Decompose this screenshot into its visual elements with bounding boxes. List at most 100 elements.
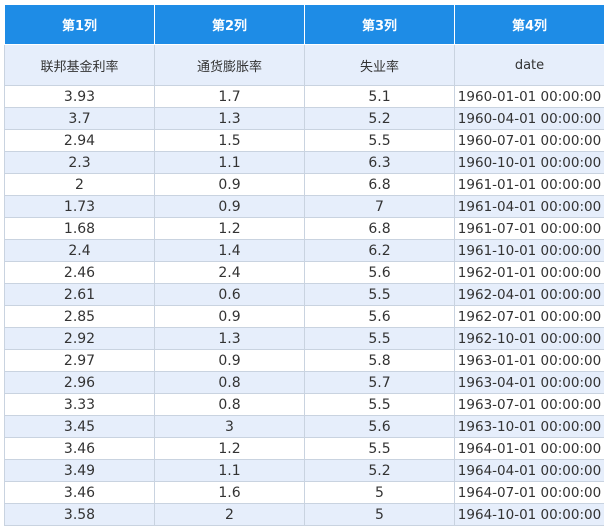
table-row[interactable]: 3.58 2 5 1964-10-01 00:00:00 bbox=[4, 503, 604, 526]
table-row[interactable]: 2.61 0.6 5.5 1962-04-01 00:00:00 bbox=[4, 283, 604, 306]
table-cell: 6.3 bbox=[304, 151, 455, 174]
table-cell: 5 bbox=[304, 481, 455, 504]
table-row[interactable]: 2.4 1.4 6.2 1961-10-01 00:00:00 bbox=[4, 239, 604, 262]
table-cell: 0.8 bbox=[154, 371, 305, 394]
table-cell: 1963-04-01 00:00:00 bbox=[454, 371, 604, 394]
table-cell: 0.9 bbox=[154, 349, 305, 372]
table-cell: 3 bbox=[154, 415, 305, 438]
column-header[interactable]: 第2列 bbox=[154, 4, 305, 45]
table-cell: 3.46 bbox=[4, 437, 155, 460]
table-cell: 5.6 bbox=[304, 305, 455, 328]
table-row[interactable]: 2.97 0.9 5.8 1963-01-01 00:00:00 bbox=[4, 349, 604, 372]
table-cell: 7 bbox=[304, 195, 455, 218]
field-name-cell: 联邦基金利率 bbox=[4, 44, 155, 86]
table-cell: 1.2 bbox=[154, 217, 305, 240]
table-cell: 1.68 bbox=[4, 217, 155, 240]
table-row[interactable]: 2 0.9 6.8 1961-01-01 00:00:00 bbox=[4, 173, 604, 196]
data-table: 第1列 第2列 第3列 第4列 联邦基金利率 通货膨胀率 失业率 date 3.… bbox=[4, 4, 604, 526]
table-row[interactable]: 3.49 1.1 5.2 1964-04-01 00:00:00 bbox=[4, 459, 604, 482]
table-cell: 5.5 bbox=[304, 393, 455, 416]
table-cell: 3.7 bbox=[4, 107, 155, 130]
table-cell: 2.85 bbox=[4, 305, 155, 328]
column-header[interactable]: 第4列 bbox=[454, 4, 604, 45]
table-cell: 5.7 bbox=[304, 371, 455, 394]
table-cell: 1960-07-01 00:00:00 bbox=[454, 129, 604, 152]
table-cell: 2.92 bbox=[4, 327, 155, 350]
column-header[interactable]: 第3列 bbox=[304, 4, 455, 45]
table-cell: 1964-07-01 00:00:00 bbox=[454, 481, 604, 504]
table-cell: 5.8 bbox=[304, 349, 455, 372]
table-cell: 1961-01-01 00:00:00 bbox=[454, 173, 604, 196]
table-cell: 1960-04-01 00:00:00 bbox=[454, 107, 604, 130]
table-cell: 6.8 bbox=[304, 217, 455, 240]
table-cell: 2 bbox=[4, 173, 155, 196]
table-cell: 5.1 bbox=[304, 85, 455, 108]
field-name-row: 联邦基金利率 通货膨胀率 失业率 date bbox=[4, 44, 604, 86]
table-cell: 1.3 bbox=[154, 107, 305, 130]
field-name-cell: date bbox=[454, 44, 604, 86]
table-cell: 0.6 bbox=[154, 283, 305, 306]
table-row[interactable]: 2.46 2.4 5.6 1962-01-01 00:00:00 bbox=[4, 261, 604, 284]
table-cell: 1964-10-01 00:00:00 bbox=[454, 503, 604, 526]
table-row[interactable]: 3.46 1.2 5.5 1964-01-01 00:00:00 bbox=[4, 437, 604, 460]
table-cell: 0.9 bbox=[154, 195, 305, 218]
table-cell: 1.4 bbox=[154, 239, 305, 262]
table-cell: 5.5 bbox=[304, 327, 455, 350]
table-row[interactable]: 3.45 3 5.6 1963-10-01 00:00:00 bbox=[4, 415, 604, 438]
table-cell: 1.2 bbox=[154, 437, 305, 460]
table-cell: 2.4 bbox=[154, 261, 305, 284]
table-cell: 2.3 bbox=[4, 151, 155, 174]
table-cell: 1.1 bbox=[154, 151, 305, 174]
table-cell: 5.6 bbox=[304, 261, 455, 284]
table-cell: 1964-01-01 00:00:00 bbox=[454, 437, 604, 460]
table-cell: 5.2 bbox=[304, 459, 455, 482]
table-cell: 0.9 bbox=[154, 305, 305, 328]
table-cell: 1961-07-01 00:00:00 bbox=[454, 217, 604, 240]
table-cell: 1962-04-01 00:00:00 bbox=[454, 283, 604, 306]
table-row[interactable]: 2.92 1.3 5.5 1962-10-01 00:00:00 bbox=[4, 327, 604, 350]
table-cell: 2.97 bbox=[4, 349, 155, 372]
table-cell: 5.5 bbox=[304, 283, 455, 306]
table-row[interactable]: 3.7 1.3 5.2 1960-04-01 00:00:00 bbox=[4, 107, 604, 130]
table-cell: 1960-10-01 00:00:00 bbox=[454, 151, 604, 174]
table-cell: 5.6 bbox=[304, 415, 455, 438]
table-cell: 1.1 bbox=[154, 459, 305, 482]
table-cell: 5.5 bbox=[304, 129, 455, 152]
table-cell: 1.3 bbox=[154, 327, 305, 350]
table-cell: 1962-07-01 00:00:00 bbox=[454, 305, 604, 328]
field-name-cell: 失业率 bbox=[304, 44, 455, 86]
table-cell: 2 bbox=[154, 503, 305, 526]
table-row[interactable]: 1.73 0.9 7 1961-04-01 00:00:00 bbox=[4, 195, 604, 218]
table-cell: 1962-10-01 00:00:00 bbox=[454, 327, 604, 350]
table-cell: 1961-10-01 00:00:00 bbox=[454, 239, 604, 262]
table-cell: 5.2 bbox=[304, 107, 455, 130]
table-cell: 1.6 bbox=[154, 481, 305, 504]
table-row[interactable]: 1.68 1.2 6.8 1961-07-01 00:00:00 bbox=[4, 217, 604, 240]
table-row[interactable]: 3.46 1.6 5 1964-07-01 00:00:00 bbox=[4, 481, 604, 504]
column-header[interactable]: 第1列 bbox=[4, 4, 155, 45]
table-cell: 1963-10-01 00:00:00 bbox=[454, 415, 604, 438]
table-cell: 2.61 bbox=[4, 283, 155, 306]
table-row[interactable]: 2.96 0.8 5.7 1963-04-01 00:00:00 bbox=[4, 371, 604, 394]
table-cell: 1.7 bbox=[154, 85, 305, 108]
table-cell: 1961-04-01 00:00:00 bbox=[454, 195, 604, 218]
table-row[interactable]: 3.93 1.7 5.1 1960-01-01 00:00:00 bbox=[4, 85, 604, 108]
table-cell: 3.58 bbox=[4, 503, 155, 526]
table-cell: 3.49 bbox=[4, 459, 155, 482]
table-cell: 2.94 bbox=[4, 129, 155, 152]
table-body: 联邦基金利率 通货膨胀率 失业率 date 3.93 1.7 5.1 1960-01-… bbox=[4, 44, 604, 526]
table-row[interactable]: 2.3 1.1 6.3 1960-10-01 00:00:00 bbox=[4, 151, 604, 174]
table-cell: 1.5 bbox=[154, 129, 305, 152]
table-cell: 1963-07-01 00:00:00 bbox=[454, 393, 604, 416]
column-header-row: 第1列 第2列 第3列 第4列 bbox=[4, 4, 604, 45]
table-row[interactable]: 3.33 0.8 5.5 1963-07-01 00:00:00 bbox=[4, 393, 604, 416]
table-cell: 1.73 bbox=[4, 195, 155, 218]
table-cell: 6.8 bbox=[304, 173, 455, 196]
table-row[interactable]: 2.85 0.9 5.6 1962-07-01 00:00:00 bbox=[4, 305, 604, 328]
table-cell: 1960-01-01 00:00:00 bbox=[454, 85, 604, 108]
table-cell: 5 bbox=[304, 503, 455, 526]
field-name-cell: 通货膨胀率 bbox=[154, 44, 305, 86]
table-cell: 1963-01-01 00:00:00 bbox=[454, 349, 604, 372]
table-row[interactable]: 2.94 1.5 5.5 1960-07-01 00:00:00 bbox=[4, 129, 604, 152]
table-cell: 0.9 bbox=[154, 173, 305, 196]
